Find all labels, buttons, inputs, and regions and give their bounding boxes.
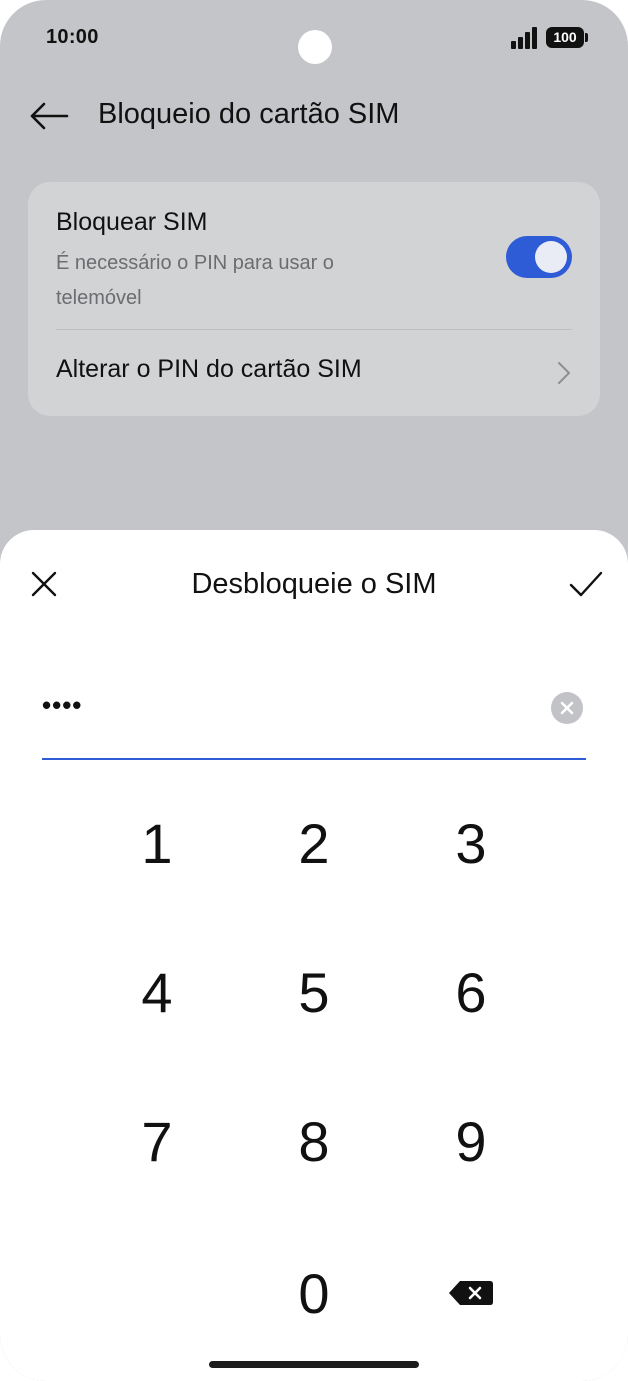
chevron-right-icon: [558, 362, 570, 384]
change-pin-title: Alterar o PIN do cartão SIM: [56, 355, 362, 383]
battery-level: 100: [553, 29, 577, 45]
sheet-title: Desbloqueie o SIM: [191, 568, 437, 600]
confirm-button[interactable]: [564, 564, 608, 604]
key-9[interactable]: 9: [401, 1086, 541, 1196]
lock-sim-toggle[interactable]: [506, 236, 572, 278]
key-8[interactable]: 8: [244, 1086, 384, 1196]
toggle-knob: [535, 241, 567, 273]
arrow-left-icon: [30, 102, 69, 130]
key-1[interactable]: 1: [87, 788, 227, 898]
clear-button[interactable]: [551, 692, 583, 724]
check-icon: [569, 571, 603, 597]
key-6[interactable]: 6: [401, 937, 541, 1047]
key-3[interactable]: 3: [401, 788, 541, 898]
signal-icon: [511, 27, 539, 49]
key-7[interactable]: 7: [87, 1086, 227, 1196]
clear-icon: [560, 701, 574, 715]
front-camera: [298, 30, 332, 64]
battery-icon: 100: [546, 27, 588, 48]
lock-sim-title: Bloquear SIM: [56, 208, 208, 236]
key-4[interactable]: 4: [87, 937, 227, 1047]
key-2[interactable]: 2: [244, 788, 384, 898]
status-bar: 10:00 100: [0, 0, 628, 72]
status-time: 10:00: [46, 26, 99, 48]
key-5[interactable]: 5: [244, 937, 384, 1047]
home-indicator[interactable]: [209, 1361, 419, 1368]
pin-value: ••••: [42, 690, 83, 720]
key-0[interactable]: 0: [244, 1238, 384, 1348]
pin-input[interactable]: ••••: [42, 676, 586, 760]
page-title: Bloqueio do cartão SIM: [98, 98, 400, 130]
change-pin-row[interactable]: Alterar o PIN do cartão SIM: [28, 330, 600, 416]
sim-lock-card: Bloquear SIM É necessário o PIN para usa…: [28, 182, 600, 416]
backspace-icon: [449, 1281, 493, 1305]
phone-screen: 10:00 100 Bloqueio do cartão SIM Bloquea…: [0, 0, 628, 1381]
back-button[interactable]: [28, 96, 70, 136]
backspace-button[interactable]: [401, 1238, 541, 1348]
lock-sim-subtitle: É necessário o PIN para usar o telemóvel: [56, 252, 334, 309]
unlock-sim-sheet: Desbloqueie o SIM •••• 1 2 3 4 5 6 7 8 9…: [0, 530, 628, 1381]
